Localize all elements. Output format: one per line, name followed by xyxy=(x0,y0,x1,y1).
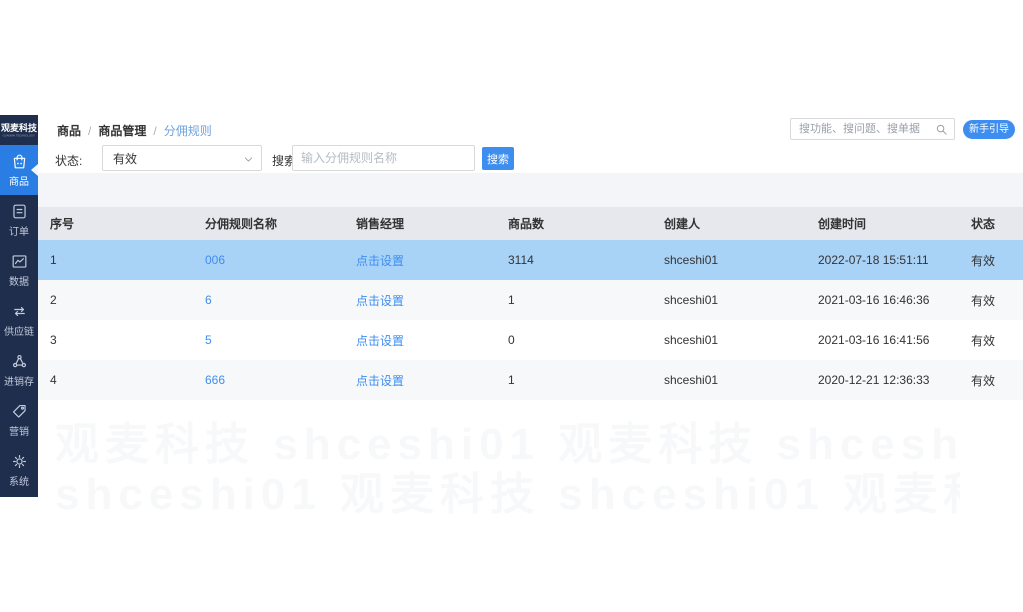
sidebar-item-label: 进销存 xyxy=(4,377,34,388)
cell-creator: shceshi01 xyxy=(664,373,719,387)
breadcrumb-item[interactable]: 商品管理 xyxy=(98,122,146,139)
watermark: 观麦科技 shceshi01 观麦科技 shceshi01 观麦科技 shces… xyxy=(55,420,960,522)
cell-goods-count: 1 xyxy=(508,373,515,387)
cell-index: 1 xyxy=(50,253,57,267)
sidebar-item-label: 系统 xyxy=(9,477,29,488)
brand-name: 观麦科技 xyxy=(0,123,37,133)
breadcrumb-item[interactable]: 商品 xyxy=(57,122,81,139)
chevron-down-icon xyxy=(244,157,253,162)
sidebar-item-supply-chain[interactable]: 供应链 xyxy=(0,295,38,345)
table-row[interactable]: 3 5 点击设置 0 shceshi01 2021-03-16 16:41:56… xyxy=(38,320,1023,360)
table-row[interactable]: 2 6 点击设置 1 shceshi01 2021-03-16 16:46:36… xyxy=(38,280,1023,320)
cell-created-time: 2022-07-18 15:51:11 xyxy=(818,253,929,267)
topbar: 商品 / 商品管理 / 分佣规则 新手引导 状态: 有效 搜索: 搜索 xyxy=(38,115,1023,173)
watermark-line: shceshi01 观麦科技 shceshi01 观麦科技 shceshi01 … xyxy=(55,470,960,520)
breadcrumb-separator: / xyxy=(88,123,92,138)
sidebar-item-data[interactable]: 数据 xyxy=(0,245,38,295)
sidebar-item-label: 供应链 xyxy=(4,327,34,338)
gear-icon xyxy=(12,454,26,469)
cell-creator: shceshi01 xyxy=(664,333,719,347)
global-search-input[interactable] xyxy=(791,119,954,139)
column-header: 创建人 xyxy=(664,217,701,231)
order-icon xyxy=(12,204,26,219)
column-header: 创建时间 xyxy=(818,217,867,231)
cell-index: 4 xyxy=(50,373,57,387)
breadcrumb: 商品 / 商品管理 / 分佣规则 xyxy=(57,122,212,139)
rule-name-link[interactable]: 666 xyxy=(205,373,356,387)
set-manager-link[interactable]: 点击设置 xyxy=(356,292,508,309)
cell-status: 有效 xyxy=(971,293,996,308)
global-search-box xyxy=(790,118,955,140)
search-icon[interactable] xyxy=(934,122,949,137)
rule-name-link[interactable]: 6 xyxy=(205,293,356,307)
network-nodes-icon xyxy=(12,354,26,368)
status-select[interactable]: 有效 xyxy=(102,145,262,171)
chart-icon xyxy=(12,255,26,268)
rule-name-input[interactable] xyxy=(292,145,475,171)
section-spacer xyxy=(38,173,1023,207)
cell-index: 2 xyxy=(50,293,57,307)
cell-goods-count: 3114 xyxy=(508,253,534,267)
app-screen: 观麦科技 GUANMAI TECHNOLOGY 商品 订单 数据 供应链 进销存… xyxy=(0,0,1023,612)
sidebar-item-inventory[interactable]: 进销存 xyxy=(0,345,38,395)
breadcrumb-separator: / xyxy=(153,123,157,138)
cell-status: 有效 xyxy=(971,333,996,348)
set-manager-link[interactable]: 点击设置 xyxy=(356,252,508,269)
cell-status: 有效 xyxy=(971,373,996,388)
table-row[interactable]: 4 666 点击设置 1 shceshi01 2020-12-21 12:36:… xyxy=(38,360,1023,400)
exchange-arrows-icon xyxy=(13,306,25,317)
search-button[interactable]: 搜索 xyxy=(482,147,514,170)
sidebar-item-marketing[interactable]: 营销 xyxy=(0,395,38,445)
sidebar-item-orders[interactable]: 订单 xyxy=(0,195,38,245)
set-manager-link[interactable]: 点击设置 xyxy=(356,332,508,349)
column-header: 销售经理 xyxy=(356,217,405,231)
status-label: 状态: xyxy=(55,154,83,168)
brand-logo: 观麦科技 GUANMAI TECHNOLOGY xyxy=(0,115,38,145)
bag-icon xyxy=(13,154,25,169)
table-body: 1 006 点击设置 3114 shceshi01 2022-07-18 15:… xyxy=(38,240,1023,400)
set-manager-link[interactable]: 点击设置 xyxy=(356,372,508,389)
breadcrumb-current: 分佣规则 xyxy=(163,124,212,138)
status-select-value: 有效 xyxy=(113,151,138,166)
cell-created-time: 2020-12-21 12:36:33 xyxy=(818,373,930,387)
sidebar-item-label: 商品 xyxy=(9,177,29,188)
cell-goods-count: 1 xyxy=(508,293,515,307)
newbie-guide-button[interactable]: 新手引导 xyxy=(963,120,1015,139)
cell-created-time: 2021-03-16 16:46:36 xyxy=(818,293,930,307)
column-header: 商品数 xyxy=(508,217,545,231)
cell-index: 3 xyxy=(50,333,57,347)
rule-name-link[interactable]: 006 xyxy=(205,253,356,267)
column-header: 序号 xyxy=(50,217,75,231)
cell-creator: shceshi01 xyxy=(664,253,719,267)
sidebar-item-label: 营销 xyxy=(9,427,29,438)
sidebar-item-goods[interactable]: 商品 xyxy=(0,145,38,195)
watermark-line: 观麦科技 shceshi01 观麦科技 shceshi01 观麦科技 shces… xyxy=(55,420,960,470)
sidebar-item-label: 订单 xyxy=(9,227,29,238)
table-header: 序号 分佣规则名称 销售经理 商品数 创建人 创建时间 状态 xyxy=(38,207,1023,240)
cell-goods-count: 0 xyxy=(508,333,515,347)
sidebar-item-system[interactable]: 系统 xyxy=(0,445,38,495)
sidebar-item-label: 数据 xyxy=(9,277,29,288)
cell-created-time: 2021-03-16 16:41:56 xyxy=(818,333,930,347)
column-header: 状态 xyxy=(971,217,996,231)
cell-creator: shceshi01 xyxy=(664,293,719,307)
brand-tagline: GUANMAI TECHNOLOGY xyxy=(2,134,36,138)
cell-status: 有效 xyxy=(971,253,996,268)
rule-name-link[interactable]: 5 xyxy=(205,333,356,347)
table-row[interactable]: 1 006 点击设置 3114 shceshi01 2022-07-18 15:… xyxy=(38,240,1023,280)
column-header: 分佣规则名称 xyxy=(205,217,278,231)
sidebar: 观麦科技 GUANMAI TECHNOLOGY 商品 订单 数据 供应链 进销存… xyxy=(0,115,38,497)
tag-icon xyxy=(12,404,26,418)
